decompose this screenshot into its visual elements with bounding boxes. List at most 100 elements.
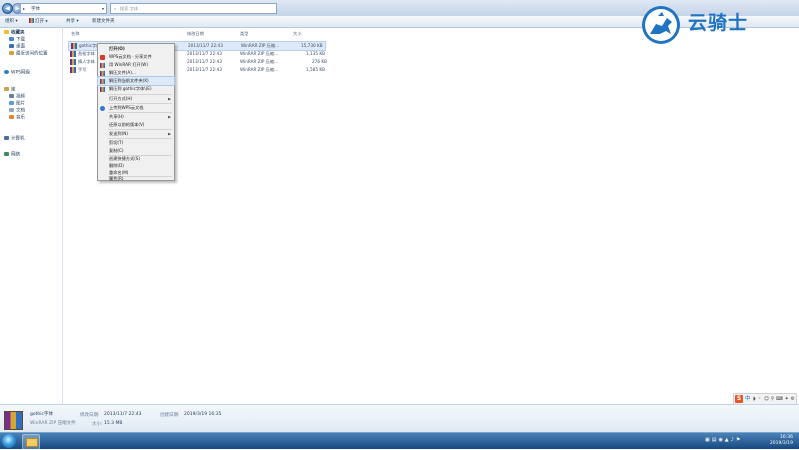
zip-archive-icon [70,59,76,65]
desktop-icon [9,44,14,48]
sidebar-item-pictures[interactable]: 图片 [9,101,25,108]
detail-modified-label: 修改日期: [80,413,100,418]
file-size: 15,730 KB [301,43,323,48]
file-size: 276 KB [312,59,327,64]
zip-archive-icon [70,67,76,73]
file-type: WinRAR ZIP 压缩... [241,43,280,48]
new-folder-button[interactable]: 新建文件夹 [92,18,115,25]
sidebar-libraries[interactable]: 库 [4,87,16,94]
network-icon [4,152,9,156]
sidebar-item-documents[interactable]: 文档 [9,108,25,115]
detail-name: gothic字体 [30,412,53,417]
punctuation-icon[interactable]: ◗ ・ ☺ ⚲ ⌨ ✦ ⚙ [753,395,795,403]
menu-item-open-with[interactable]: 打开方式(H) ▶ [98,95,174,103]
menu-item-restore[interactable]: 还原以前的版本(V) [98,121,174,129]
start-button[interactable] [2,434,16,448]
menu-item-extract-here[interactable]: 解压到当前文件夹(X) [97,76,175,86]
chevron-right-icon: ▶ [168,97,171,101]
chevron-down-icon[interactable]: ▾ [102,6,104,11]
search-icon: ⌕ [114,6,117,11]
detail-type: WinRAR ZIP 压缩文件 [30,421,76,426]
menu-item-share[interactable]: 共享(H) ▶ [98,113,174,121]
file-name: 情人字体 [78,59,95,64]
tray-icons[interactable]: ▣▤◉▲♪⚑ [705,437,742,443]
chevron-right-icon: ▶ [168,132,171,136]
watermark-text: 云骑士 [688,12,749,34]
file-type: WinRAR ZIP 压缩... [240,67,279,72]
share-button[interactable]: 共享 ▾ [66,18,79,25]
menu-item-wps-share[interactable]: WPS云文档 · 分享文件 [98,53,174,61]
winrar-icon [29,18,34,23]
sidebar-item-desktop[interactable]: 桌面 [9,44,25,51]
folder-icon: ▸ [23,6,26,11]
star-icon [4,30,9,34]
file-date: 2013/11/7 22:43 [187,51,222,56]
breadcrumb[interactable]: 字体 [31,6,40,12]
recent-icon [9,51,14,55]
knight-logo-icon [640,4,682,46]
picture-icon [9,101,14,105]
zip-archive-icon [70,51,76,57]
detail-size: 15.3 MB [104,421,123,426]
menu-item-cut[interactable]: 剪切(T) [98,139,174,147]
zip-archive-icon [71,43,77,49]
cloud-upload-icon [100,105,105,111]
column-size[interactable]: 大小 [293,31,301,37]
detail-modified: 2013/11/7 22:43 [104,412,142,417]
navigation-pane [0,28,63,404]
library-icon [4,87,9,91]
menu-item-send-to[interactable]: 发送到(N) ▶ [98,130,174,138]
ime-language[interactable]: 中 [745,395,751,403]
cloud-icon [4,70,9,74]
winrar-icon [100,62,105,68]
search-input[interactable]: ⌕ 搜索 字体 [110,3,277,14]
menu-item-winrar-open[interactable]: 用 WinRAR 打开(W) [98,61,174,69]
sidebar-wps[interactable]: WPS网盘 [4,70,30,77]
context-menu: 打开(O) WPS云文档 · 分享文件 用 WinRAR 打开(W) 解压文件(… [97,43,175,181]
clock[interactable]: 16:36 2019/3/19 [770,435,793,447]
document-icon [9,108,14,112]
sidebar-item-downloads[interactable]: 下载 [9,37,25,44]
sidebar-item-videos[interactable]: 视频 [9,94,25,101]
sidebar-item-recent[interactable]: 最近访问的位置 [9,51,48,58]
menu-item-upload-wps[interactable]: 上传到WPS云文档 [98,104,174,112]
winrar-icon [100,78,105,84]
winrar-icon [100,86,105,92]
sogou-icon[interactable]: S [735,395,743,403]
address-field[interactable]: ▸ 字体 ▾ [20,3,107,14]
column-type[interactable]: 类型 [240,31,248,37]
file-size: 1,585 KB [306,67,325,72]
open-button[interactable]: 打开 ▾ [29,18,48,26]
sidebar-item-music[interactable]: 音乐 [9,115,25,122]
sidebar-network[interactable]: 网络 [4,152,20,159]
file-date: 2013/11/7 22:43 [187,59,222,64]
file-name: 手写 [78,67,87,72]
detail-size-label: 大小: [92,422,103,427]
menu-item-extract-to[interactable]: 解压到 gothic字体\(E) [98,85,174,93]
detail-created-label: 创建日期: [160,413,180,418]
file-type: WinRAR ZIP 压缩... [240,59,279,64]
wps-icon [100,54,105,60]
winrar-icon [100,70,105,76]
zip-archive-icon [4,411,23,430]
file-date: 2013/11/7 22:43 [188,43,223,48]
file-name: 劲松字体 [78,51,95,56]
details-pane: gothic字体 WinRAR ZIP 压缩文件 修改日期: 2013/11/7… [0,404,799,433]
column-date[interactable]: 修改日期 [187,31,204,37]
detail-created: 2019/3/19 16:35 [184,412,222,417]
chevron-right-icon: ▶ [168,115,171,119]
menu-item-properties[interactable]: 属性(R) [98,172,174,181]
menu-item-extract-files[interactable]: 解压文件(A)... [98,69,174,77]
folder-icon [26,438,38,447]
sidebar-favorites[interactable]: 收藏夹 [4,30,25,37]
music-icon [9,115,14,119]
file-type: WinRAR ZIP 压缩... [240,51,279,56]
organize-button[interactable]: 组织 ▾ [5,18,18,25]
file-size: 1,135 KB [306,51,325,56]
column-name[interactable]: 名称 [71,31,79,37]
menu-item-copy[interactable]: 复制(C) [98,147,174,155]
computer-icon [4,136,9,140]
file-date: 2013/11/7 22:43 [187,67,222,72]
menu-item-open[interactable]: 打开(O) [98,45,174,53]
sidebar-computer[interactable]: 计算机 [4,136,25,143]
